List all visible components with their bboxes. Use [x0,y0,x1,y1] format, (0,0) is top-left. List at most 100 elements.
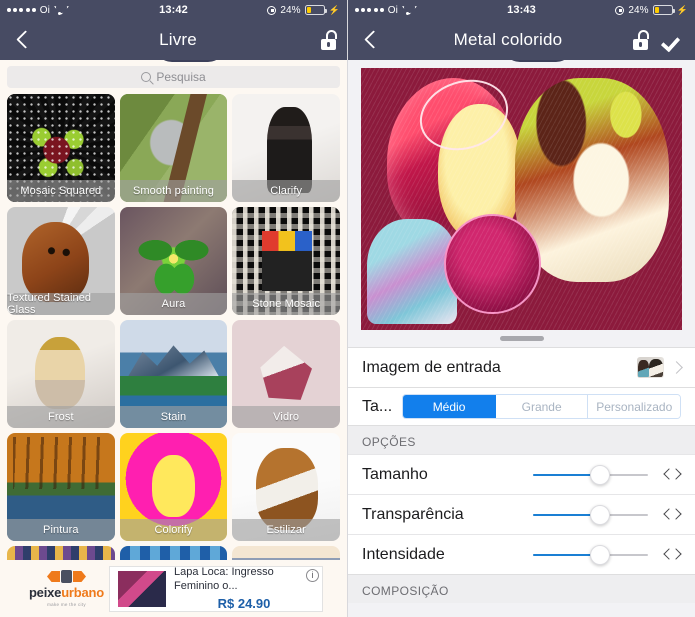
size-option-1[interactable]: Médio [403,395,496,418]
size-option-3[interactable]: Personalizado [588,395,681,418]
page-title: Metal colorido [453,30,563,49]
filter-tile[interactable]: Pintura [7,433,115,541]
input-image-label: Imagem de entrada [362,358,501,376]
filter-tile-label: Aura [119,293,228,315]
ad-card[interactable]: Lapa Loca: Ingresso Feminino o... R$ 24.… [109,565,323,612]
stepper-increase-icon[interactable] [672,468,681,481]
slider-row: Intensidade [348,534,695,574]
nav-bar-left: Livre [0,20,347,60]
lock-open-icon[interactable] [320,30,337,50]
filter-tile[interactable]: Colorify [119,433,228,541]
filter-tile-label: Clarify [232,180,340,202]
filter-tile[interactable]: Stain [119,320,228,428]
dual-screenshot: Oi 13:42 24% ⚡ Livre Pesquisa Mosaic Squ… [0,0,695,617]
filter-tile[interactable]: Aura [119,207,228,315]
nav-right-actions [632,30,685,50]
preview-image [361,67,682,330]
back-chevron-icon[interactable] [358,27,384,53]
ad-brand-tagline: make me the city [47,602,86,607]
status-bar-right: Oi 13:43 24% ⚡ [348,0,695,20]
slider-stepper[interactable] [662,468,681,481]
stepper-increase-icon[interactable] [672,548,681,561]
size-option-2[interactable]: Grande [495,395,589,418]
filter-tile[interactable]: Mosaic Squared [7,94,115,202]
filter-tile[interactable]: Clarify [232,94,340,202]
slider-control[interactable] [533,464,648,485]
status-bar-left: Oi 13:42 24% ⚡ [0,0,347,20]
search-input[interactable]: Pesquisa [7,66,340,88]
search-icon [141,72,152,82]
battery-icon [652,5,675,15]
right-phone-screen: Oi 13:43 24% ⚡ Metal colorido Imagem de … [347,0,695,617]
ad-banner[interactable]: peixeurbano make me the city Lapa Loca: … [0,560,347,617]
ad-brand-name: peixeurbano [29,585,104,600]
status-right-group: 24% ⚡ [267,5,340,16]
filter-preview[interactable] [348,60,695,332]
info-icon[interactable]: i [306,568,319,582]
ad-price: R$ 24.90 [217,596,271,612]
slider-row: Transparência [348,494,695,534]
filter-tile-label: Smooth painting [119,180,228,202]
filter-tile[interactable]: Stone Mosaic [232,207,340,315]
slider-thumb[interactable] [589,464,610,485]
filter-tile-label: Vidro [232,406,340,428]
slider-label: Transparência [362,505,464,523]
filter-tile[interactable]: Smooth painting [119,94,228,202]
options-sections: OPÇÕES Tamanho Transparência Intensidade COM… [348,425,695,603]
battery-percent-label: 24% [280,4,301,16]
ad-brand: peixeurbano make me the city [24,570,109,607]
battery-percent-label: 24% [628,4,649,16]
slider-label: Intensidade [362,545,445,563]
slider-thumb[interactable] [589,544,610,565]
filter-tile-label: Colorify [119,519,228,541]
ad-brand-part-2: urbano [61,585,105,600]
filter-tile[interactable]: Estilizar [232,433,340,541]
rotation-lock-icon [615,5,625,15]
search-container: Pesquisa [0,60,347,94]
size-row: Ta... Médio Grande Personalizado [348,387,695,425]
filter-tile-label: Stain [119,406,228,428]
slider-label: Tamanho [362,465,428,483]
page-title: Livre [159,30,197,49]
filter-tile-label: Frost [7,406,115,428]
section-header: OPÇÕES [348,425,695,454]
panel-drag-handle[interactable] [348,332,695,347]
filter-tile[interactable]: Frost [7,320,115,428]
slider-control[interactable] [533,544,648,565]
slider-control[interactable] [533,504,648,525]
input-image-thumbnail [637,357,664,378]
ad-text: Lapa Loca: Ingresso Feminino o... R$ 24.… [174,566,314,612]
stepper-decrease-icon[interactable] [662,508,671,521]
stepper-increase-icon[interactable] [672,508,681,521]
size-segmented-control[interactable]: Médio Grande Personalizado [402,394,681,419]
stepper-decrease-icon[interactable] [662,468,671,481]
filter-grid: Mosaic Squared Smooth painting Clarify Text… [0,94,347,576]
filter-tile-label: Pintura [7,519,115,541]
status-right-group: 24% ⚡ [615,5,688,16]
stepper-decrease-icon[interactable] [662,548,671,561]
fish-logo-icon [47,570,86,583]
section-header: COMPOSIÇÃO [348,574,695,603]
chevron-right-icon [670,361,683,374]
filter-tile[interactable]: Vidro [232,320,340,428]
lock-open-icon[interactable] [632,30,649,50]
filter-tile-label: Textured Stained Glass [7,292,115,315]
nav-bar-right: Metal colorido [348,20,695,60]
filter-tile-label: Mosaic Squared [7,180,115,202]
check-icon[interactable] [663,30,685,50]
nav-right-actions [320,30,337,50]
rotation-lock-icon [267,5,277,15]
search-placeholder: Pesquisa [156,70,206,84]
ad-thumbnail [118,570,166,607]
left-phone-screen: Oi 13:42 24% ⚡ Livre Pesquisa Mosaic Squ… [0,0,347,617]
filter-tile[interactable]: Textured Stained Glass [7,207,115,315]
ad-brand-part-1: peixe [28,585,62,600]
filter-tile-label: Estilizar [232,519,340,541]
charging-bolt-icon: ⚡ [676,4,688,15]
input-image-row[interactable]: Imagem de entrada [348,347,695,387]
slider-thumb[interactable] [589,504,610,525]
back-chevron-icon[interactable] [10,27,36,53]
slider-stepper[interactable] [662,508,681,521]
slider-stepper[interactable] [662,548,681,561]
filter-tile-label: Stone Mosaic [232,293,340,315]
